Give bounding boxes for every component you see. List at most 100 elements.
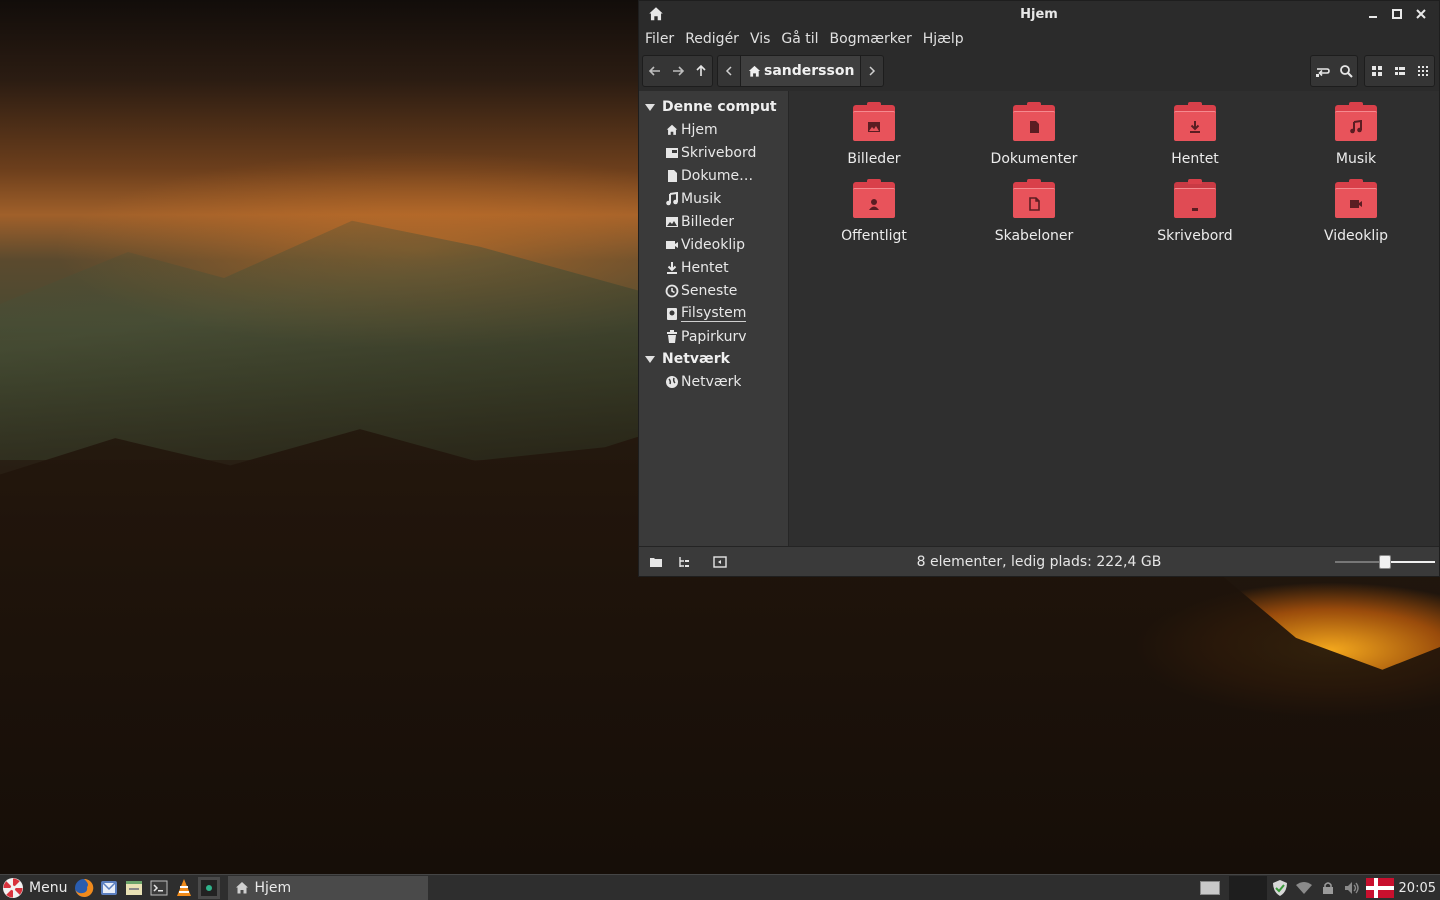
arrow-left-icon: [648, 66, 660, 76]
toolbar: sandersson: [639, 51, 1439, 91]
sidebar-item-dokumenter[interactable]: Dokume…: [639, 164, 788, 187]
arrow-up-icon: [695, 64, 706, 76]
file-manager-launcher[interactable]: [123, 877, 145, 899]
menu-bogmaerker[interactable]: Bogmærker: [830, 31, 912, 47]
folder-item-skabeloner[interactable]: Skabeloner: [964, 179, 1104, 244]
file-icon-view[interactable]: Billeder Dokumenter Hentet Musik Offentl…: [789, 91, 1439, 546]
zoom-slider-fill: [1385, 561, 1435, 563]
menu-rediger[interactable]: Redigér: [685, 31, 739, 47]
network-icon: [664, 374, 679, 389]
sidebar-item-filsystem[interactable]: Filsystem: [639, 302, 788, 325]
start-menu-button[interactable]: Menu: [0, 875, 67, 900]
sidebar-item-label: Videoklip: [681, 236, 745, 253]
workspace-1[interactable]: [1191, 876, 1229, 900]
image-icon: [664, 214, 679, 229]
folder-item-dokumenter[interactable]: Dokumenter: [964, 102, 1104, 167]
compact-view-button[interactable]: [1411, 56, 1434, 86]
minimize-button[interactable]: [1363, 4, 1383, 24]
menu-vis[interactable]: Vis: [750, 31, 770, 47]
sidebar-section-network[interactable]: Netværk: [639, 348, 788, 370]
clock[interactable]: 20:05: [1399, 881, 1436, 896]
menu-logo-icon: [3, 877, 23, 898]
video-icon: [664, 237, 679, 252]
update-manager-icon[interactable]: [1269, 877, 1291, 899]
lock-icon: [1322, 882, 1333, 894]
home-icon: [649, 7, 663, 21]
search-button[interactable]: [1334, 56, 1357, 86]
status-text: 8 elementer, ledig plads: 222,4 GB: [916, 553, 1162, 570]
file-manager-icon: [126, 880, 143, 895]
zoom-slider-handle[interactable]: [1379, 555, 1391, 569]
maximize-button[interactable]: [1387, 4, 1407, 24]
clock-icon: [664, 283, 679, 298]
folder-item-hentet[interactable]: Hentet: [1125, 102, 1265, 167]
home-icon: [664, 122, 679, 137]
drive-icon: [664, 306, 679, 321]
sidebar-item-label: Filsystem: [681, 305, 747, 322]
sidebar-item-hjem[interactable]: Hjem: [639, 118, 788, 141]
close-button[interactable]: [1411, 4, 1431, 24]
menu-gaa-til[interactable]: Gå til: [781, 31, 818, 47]
mail-icon: [101, 880, 118, 895]
mail-launcher[interactable]: [98, 877, 120, 899]
volume-tray-icon[interactable]: [1341, 877, 1363, 899]
expand-triangle-icon: [645, 103, 655, 111]
toggle-location-button[interactable]: [1311, 56, 1334, 86]
terminal-launcher[interactable]: [148, 877, 170, 899]
maximize-icon: [1392, 9, 1402, 19]
folder-download-icon: [1174, 102, 1216, 141]
sidebar-item-hentet[interactable]: Hentet: [639, 256, 788, 279]
app-icon: [201, 879, 218, 896]
folder-item-videoklip[interactable]: Videoklip: [1286, 179, 1426, 244]
sidebar-item-skrivebord[interactable]: Skrivebord: [639, 141, 788, 164]
sidebar-item-billeder[interactable]: Billeder: [639, 210, 788, 233]
folder-templates-icon: [1013, 179, 1055, 218]
sidebar-item-seneste[interactable]: Seneste: [639, 279, 788, 302]
speaker-icon: [1344, 882, 1359, 894]
sidebar-item-label: Musik: [681, 190, 722, 207]
title-bar[interactable]: Hjem: [639, 1, 1439, 27]
app-launcher[interactable]: [198, 876, 221, 899]
up-button[interactable]: [689, 56, 712, 86]
menu-hjaelp[interactable]: Hjælp: [923, 31, 964, 47]
vlc-launcher[interactable]: [173, 877, 195, 899]
sidebar-item-videoklip[interactable]: Videoklip: [639, 233, 788, 256]
firefox-launcher[interactable]: [73, 877, 95, 899]
sidebar-item-label: Skrivebord: [681, 144, 757, 161]
list-view-button[interactable]: [1388, 56, 1411, 86]
breadcrumb-home[interactable]: sandersson: [740, 56, 862, 86]
back-button[interactable]: [643, 56, 666, 86]
forward-button[interactable]: [666, 56, 689, 86]
sidebar-item-label: Netværk: [681, 373, 742, 390]
sidebar-section-label: Denne comput: [662, 99, 777, 115]
arrow-right-icon: [672, 66, 684, 76]
menu-filer[interactable]: Filer: [645, 31, 674, 47]
file-name: Offentligt: [841, 228, 907, 244]
file-name: Skrivebord: [1157, 228, 1233, 244]
sidebar-item-netvaerk[interactable]: Netværk: [639, 370, 788, 393]
sidebar-section-computer[interactable]: Denne comput: [639, 96, 788, 118]
folder-item-billeder[interactable]: Billeder: [804, 102, 944, 167]
grid-icon: [1371, 66, 1382, 76]
sidebar-item-musik[interactable]: Musik: [639, 187, 788, 210]
network-tray-icon[interactable]: [1293, 877, 1315, 899]
workspace-2[interactable]: [1228, 876, 1267, 900]
keyboard-layout-indicator[interactable]: [1365, 877, 1395, 899]
folder-item-musik[interactable]: Musik: [1286, 102, 1426, 167]
lock-tray-icon[interactable]: [1317, 877, 1339, 899]
system-tray: 20:05: [1191, 875, 1440, 900]
sidebar-item-label: Billeder: [681, 213, 735, 230]
folder-item-offentligt[interactable]: Offentligt: [804, 179, 944, 244]
folder-music-icon: [1335, 102, 1377, 141]
path-scroll-left-button[interactable]: [718, 56, 740, 86]
sidebar-item-papirkurv[interactable]: Papirkurv: [639, 325, 788, 348]
compact-grid-icon: [1417, 66, 1428, 76]
icon-view-button[interactable]: [1365, 56, 1388, 86]
toolbar-right: [1304, 55, 1435, 87]
folder-item-skrivebord[interactable]: Skrivebord: [1125, 179, 1265, 244]
path-scroll-right-button[interactable]: [861, 56, 883, 86]
zoom-slider[interactable]: [1335, 554, 1435, 570]
minimize-icon: [1369, 16, 1377, 18]
sidebar-item-label: Hentet: [681, 259, 729, 276]
taskbar-window-hjem[interactable]: Hjem: [228, 875, 429, 900]
